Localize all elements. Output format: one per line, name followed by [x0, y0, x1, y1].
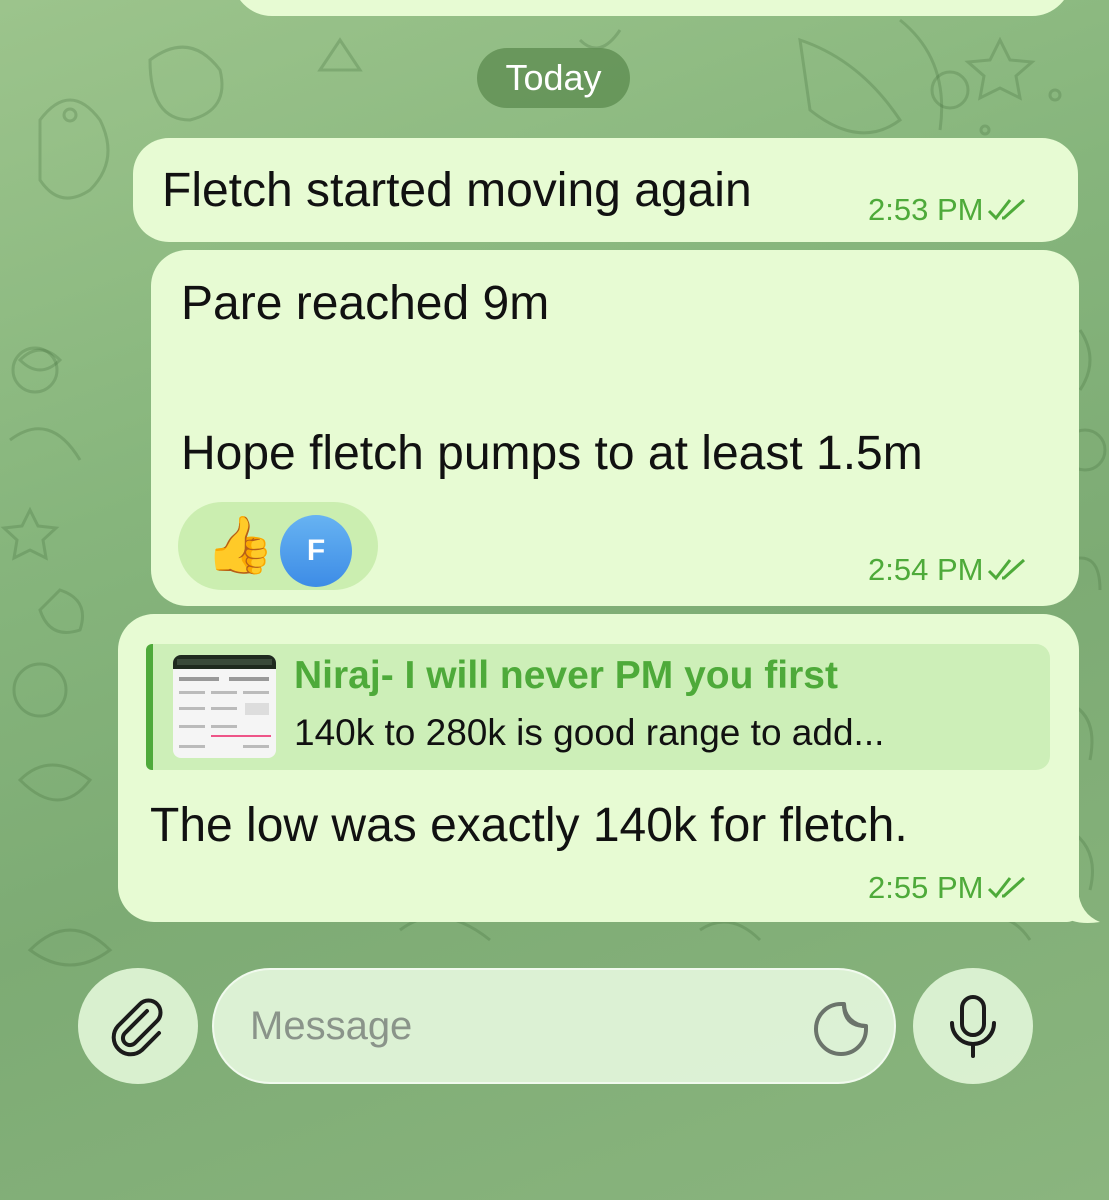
- message-text-line: Hope fletch pumps to at least 1.5m: [181, 427, 923, 480]
- paperclip-icon: [111, 998, 163, 1057]
- microphone-button[interactable]: [913, 968, 1033, 1084]
- double-check-icon: [988, 558, 1026, 581]
- date-separator: Today: [477, 48, 630, 108]
- message-text: The low was exactly 140k for fletch.: [150, 799, 908, 852]
- previous-message-bubble[interactable]: [232, 0, 1072, 16]
- thumbs-up-reaction: 👍: [205, 513, 275, 576]
- reply-sender-name: Niraj- I will never PM you first: [294, 654, 838, 697]
- message-input-container[interactable]: [212, 968, 896, 1084]
- reply-snippet: 140k to 280k is good range to add...: [294, 712, 885, 753]
- reactor-avatar: F: [280, 515, 352, 587]
- message-time: 2:53 PM: [868, 192, 1029, 228]
- microphone-icon: [950, 995, 996, 1058]
- sticker-icon[interactable]: [810, 998, 872, 1060]
- bubble-tail: [1060, 890, 1100, 923]
- message-time: 2:55 PM: [868, 870, 1029, 906]
- message-input[interactable]: [250, 970, 790, 1082]
- double-check-icon: [988, 876, 1026, 899]
- reply-thumbnail: [173, 655, 276, 758]
- message-text: Fletch started moving again: [162, 164, 752, 217]
- double-check-icon: [988, 198, 1026, 221]
- attach-button[interactable]: [78, 968, 198, 1084]
- message-text-line: Pare reached 9m: [181, 277, 550, 330]
- message-time: 2:54 PM: [868, 552, 1029, 588]
